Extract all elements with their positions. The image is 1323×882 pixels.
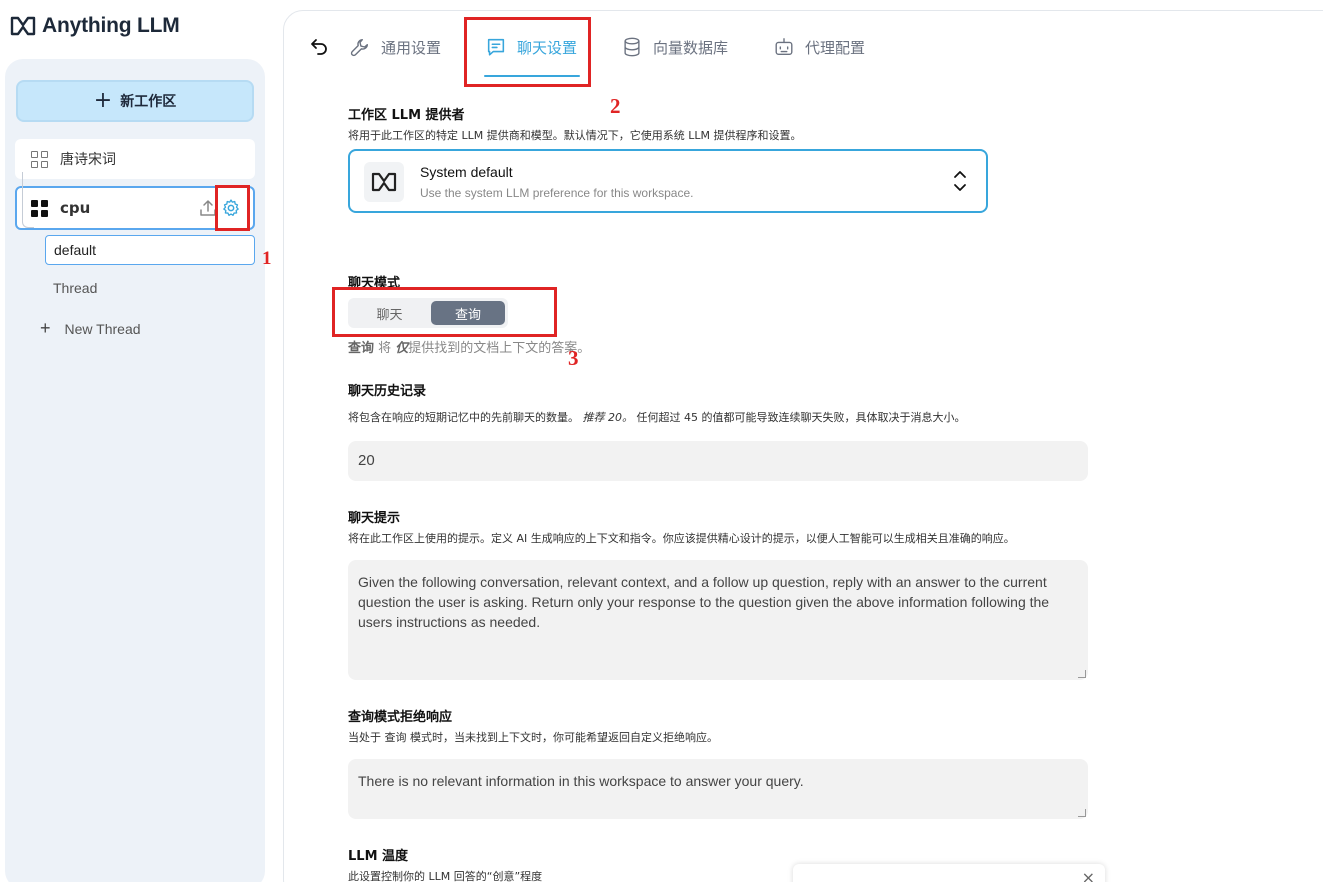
chat-history-input[interactable]: 20 [348, 441, 1088, 481]
close-icon[interactable]: × [1082, 868, 1095, 882]
app-name: Anything LLM [42, 14, 180, 37]
chat-prompt-textarea[interactable]: Given the following conversation, releva… [348, 560, 1088, 680]
plus-icon: + [40, 318, 51, 338]
workspace-item-tangshi[interactable]: 唐诗宋词 [15, 139, 255, 179]
llm-temperature-description: 此设置控制你的 LLM 回答的“创意”程度 [348, 870, 543, 882]
mode-desc-mid: 将 [374, 341, 396, 356]
new-workspace-label: 新工作区 [120, 94, 177, 110]
query-refusal-text: There is no relevant information in this… [358, 773, 804, 789]
llm-provider-name: System default [420, 164, 513, 180]
chat-prompt-text: Given the following conversation, releva… [358, 574, 1050, 630]
new-thread-label: New Thread [64, 320, 141, 337]
thread-tree-connector [22, 172, 34, 228]
anythingllm-logo-icon [364, 162, 404, 202]
tab-label: 通用设置 [381, 38, 442, 57]
mode-desc-italic: 仅 [395, 341, 409, 356]
resize-handle-icon[interactable] [1078, 670, 1086, 678]
back-arrow-icon[interactable] [310, 37, 328, 55]
query-refusal-title: 查询模式拒绝响应 [348, 710, 453, 725]
llm-provider-description: 将用于此工作区的特定 LLM 提供商和模型。默认情况下，它使用系统 LLM 提供… [348, 129, 802, 142]
chat-prompt-description: 将在此工作区上使用的提示。定义 AI 生成响应的上下文和指令。你应该提供精心设计… [348, 532, 1015, 545]
mode-desc-bold: 查询 [348, 341, 375, 356]
query-refusal-textarea[interactable]: There is no relevant information in this… [348, 759, 1088, 819]
mode-desc-rest: 提供找到的文档上下文的答案。 [408, 341, 591, 356]
llm-provider-desc: Use the system LLM preference for this w… [420, 186, 694, 200]
workspace-grid-icon [31, 150, 48, 168]
llm-provider-title: 工作区 LLM 提供者 [348, 108, 465, 123]
annotation-number-1: 1 [262, 248, 272, 269]
annotation-box-gear [215, 185, 250, 231]
chat-mode-description: 查询 将 仅提供找到的文档上下文的答案。 [348, 337, 590, 356]
chevron-up-down-icon [954, 171, 966, 191]
plus-icon: + [93, 88, 113, 113]
resize-handle-icon[interactable] [1078, 809, 1086, 817]
robot-icon [775, 38, 793, 56]
annotation-box-chat-mode [332, 287, 557, 337]
thread-name-input[interactable]: default [45, 235, 255, 265]
chat-history-description: 将包含在响应的短期记忆中的先前聊天的数量。 推荐 20。 任何超过 45 的值都… [348, 409, 966, 425]
annotation-number-2: 2 [610, 94, 621, 118]
workspace-name: 唐诗宋词 [60, 152, 116, 168]
annotation-number-3: 3 [568, 346, 579, 370]
llm-temperature-title: LLM 温度 [348, 849, 409, 864]
app-logo: Anything LLM [10, 14, 180, 38]
chat-prompt-title: 聊天提示 [348, 511, 401, 526]
workspace-name: cpu [60, 199, 91, 217]
history-desc-a: 将包含在响应的短期记忆中的先前聊天的数量。 [348, 411, 579, 424]
history-desc-b: 任何超过 45 的值都可能导致连续聊天失败，具体取决于消息大小。 [636, 411, 966, 424]
tab-vector-database[interactable]: 向量数据库 [621, 36, 728, 58]
database-icon [624, 37, 640, 57]
tab-label: 代理配置 [805, 38, 866, 57]
sidebar: + 新工作区 唐诗宋词 cpu [5, 59, 265, 882]
annotation-box-chat-tab [464, 17, 591, 87]
chat-history-title: 聊天历史记录 [348, 384, 427, 399]
tab-general-settings[interactable]: 通用设置 [349, 36, 441, 58]
wrench-icon [350, 38, 369, 57]
toast-notification: × [793, 864, 1105, 882]
thread-item[interactable]: Thread [53, 280, 97, 296]
anythingllm-logo-icon [10, 16, 36, 36]
tab-agent-config[interactable]: 代理配置 [773, 36, 865, 58]
new-workspace-button[interactable]: + 新工作区 [16, 80, 254, 122]
history-desc-em: 推荐 20。 [582, 411, 634, 424]
tab-label: 向量数据库 [653, 38, 729, 57]
query-refusal-description: 当处于 查询 模式时，当未找到上下文时，你可能希望返回自定义拒绝响应。 [348, 731, 718, 744]
llm-provider-select[interactable]: System default Use the system LLM prefer… [348, 149, 988, 213]
new-thread-button[interactable]: + New Thread [40, 318, 141, 339]
